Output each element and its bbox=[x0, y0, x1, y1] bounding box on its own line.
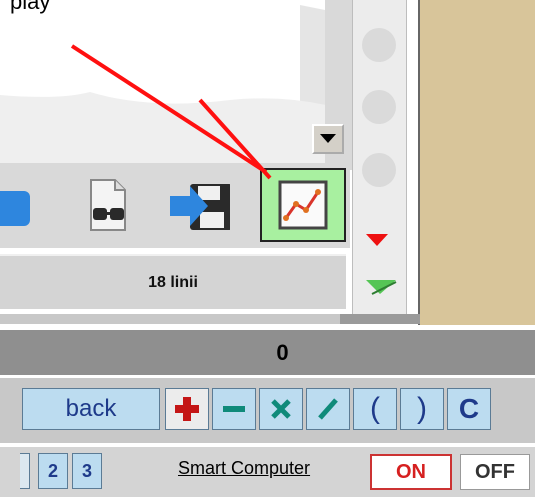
multiply-button[interactable] bbox=[259, 388, 303, 430]
off-button[interactable]: OFF bbox=[460, 454, 530, 490]
plus-icon bbox=[175, 397, 199, 421]
annotation-arrows bbox=[70, 44, 272, 180]
partial-button[interactable] bbox=[20, 453, 30, 489]
close-paren-button[interactable]: ) bbox=[400, 388, 444, 430]
smart-computer-link[interactable]: Smart Computer bbox=[178, 458, 310, 479]
minus-button[interactable] bbox=[212, 388, 256, 430]
calculator-display: 0 bbox=[0, 330, 535, 375]
plus-button[interactable] bbox=[165, 388, 209, 430]
open-paren-button[interactable]: ( bbox=[353, 388, 397, 430]
display-value: 0 bbox=[276, 339, 289, 365]
back-button[interactable]: back bbox=[22, 388, 160, 430]
number-2-button[interactable]: 2 bbox=[38, 453, 68, 489]
minus-icon bbox=[223, 406, 245, 412]
clear-button[interactable]: C bbox=[447, 388, 491, 430]
divide-icon bbox=[318, 398, 338, 420]
multiply-icon bbox=[271, 399, 291, 419]
on-button[interactable]: ON bbox=[370, 454, 452, 490]
divide-button[interactable] bbox=[306, 388, 350, 430]
number-3-button[interactable]: 3 bbox=[72, 453, 102, 489]
